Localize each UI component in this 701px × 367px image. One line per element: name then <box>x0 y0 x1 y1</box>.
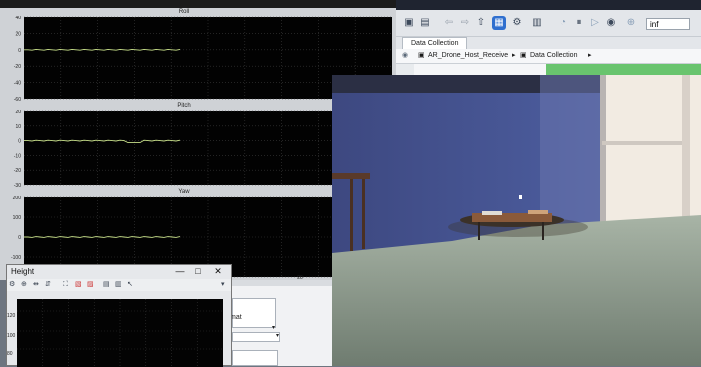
parameter-field[interactable] <box>232 350 278 366</box>
y-tick-label: 10 <box>15 124 21 130</box>
zoom-y-icon[interactable]: ⇵ <box>45 279 51 291</box>
stop-time-field[interactable]: inf <box>646 18 690 30</box>
y-tick-label: 100 <box>13 215 22 221</box>
stop-icon[interactable]: ◉ <box>604 16 618 30</box>
y-tick-label: 40 <box>15 16 21 21</box>
autoscale-icon[interactable]: ⛶ <box>63 279 68 291</box>
step-forward-icon[interactable]: ▷ <box>588 16 602 30</box>
chevron-down-icon[interactable]: ▾ <box>221 279 225 291</box>
window-title: Height <box>11 267 35 276</box>
height-plot[interactable] <box>17 299 223 367</box>
minimize-button[interactable]: — <box>171 265 189 277</box>
plot-title: Roll <box>178 9 190 15</box>
parameter-field[interactable] <box>232 298 276 328</box>
zoom-in-icon[interactable]: ⊕ <box>21 279 27 291</box>
height-scope-window: Height — □ ✕ ⚙ ⊕ ⇹ ⇵ ⛶ ▧ ▨ ▤ ▥ ↖ ▾ 120 1… <box>6 264 232 367</box>
pause-icon[interactable]: ⏸ <box>572 16 586 30</box>
y-tick-label: 200 <box>13 196 22 201</box>
signal-select-icon[interactable]: ↖ <box>127 279 133 291</box>
zoom-stepper-icon[interactable]: ⊕ <box>624 16 638 30</box>
y-tick-label: 0 <box>18 139 21 145</box>
height-titlebar: Height — □ ✕ <box>7 265 231 279</box>
y-tick-label: 20 <box>15 31 21 37</box>
subsystem-icon: ▣ <box>520 52 527 59</box>
height-ytick: 120 <box>7 313 16 319</box>
y-tick-label: 20 <box>15 110 21 115</box>
y-tick-label: -20 <box>14 64 21 70</box>
y-tick-label: -40 <box>14 81 21 87</box>
breadcrumb: ◉ ▣ AR_Drone_Host_Receive ▸ ▣ Data Colle… <box>396 49 701 64</box>
y-tick-label: -20 <box>14 168 21 174</box>
float-icon[interactable]: ▥ <box>115 279 122 291</box>
params-icon[interactable]: ▤ <box>103 279 110 291</box>
model-title-strip <box>396 0 701 10</box>
grid-view-icon[interactable]: ▥ <box>530 16 544 30</box>
y-tick-label: -100 <box>11 255 21 261</box>
maximize-button[interactable]: □ <box>189 265 207 277</box>
settings-gear-icon[interactable]: ⚙ <box>510 16 524 30</box>
y-tick-label: 0 <box>18 235 21 241</box>
save-axes-icon[interactable]: ▧ <box>75 279 82 291</box>
step-back-icon[interactable]: ◔ <box>556 16 570 30</box>
y-tick-label: 0 <box>18 48 21 54</box>
breadcrumb-child[interactable]: Data Collection <box>530 49 577 63</box>
tab-strip: Data Collection <box>396 37 701 50</box>
model-icon: ▣ <box>418 52 425 59</box>
plot-title: Pitch <box>177 103 191 109</box>
breadcrumb-end-icon: ▸ <box>588 52 592 59</box>
restore-axes-icon[interactable]: ▨ <box>87 279 94 291</box>
model-toolbar: ▣ ▤ ⇦ ⇨ ⇧ ▦ ⚙ ▥ ◔ ⏸ ▷ ◉ ⊕ inf <box>396 10 701 37</box>
back-icon[interactable]: ⇦ <box>442 16 456 30</box>
print-icon[interactable]: ⚙ <box>9 279 15 291</box>
scope-title-strip <box>0 0 396 8</box>
breadcrumb-separator-icon: ▸ <box>512 52 516 59</box>
height-toolbar: ⚙ ⊕ ⇹ ⇵ ⛶ ▧ ▨ ▤ ▥ ↖ ▾ <box>7 279 231 291</box>
open-icon[interactable]: ▤ <box>418 16 432 30</box>
plot-title: Yaw <box>178 189 190 195</box>
drone-camera-feed <box>332 75 701 366</box>
panel-header <box>230 280 332 286</box>
height-ytick: 100 <box>7 333 16 339</box>
chevron-down-icon[interactable]: ▾ <box>272 324 275 331</box>
block-parameters-panel: mat ▾ ▾ <box>230 280 332 366</box>
height-ytick: 80 <box>7 351 13 357</box>
library-browser-icon[interactable]: ▦ <box>492 16 506 30</box>
up-icon[interactable]: ⇧ <box>474 16 488 30</box>
forward-icon[interactable]: ⇨ <box>458 16 472 30</box>
new-model-icon[interactable]: ▣ <box>402 16 416 30</box>
chevron-down-icon[interactable]: ▾ <box>276 332 279 339</box>
close-button[interactable]: ✕ <box>209 265 227 277</box>
parameter-dropdown[interactable] <box>232 332 280 342</box>
breadcrumb-root[interactable]: AR_Drone_Host_Receive <box>428 49 508 63</box>
y-tick-label: -10 <box>14 153 21 159</box>
hide-browser-icon[interactable]: ◉ <box>402 49 408 63</box>
zoom-x-icon[interactable]: ⇹ <box>33 279 39 291</box>
